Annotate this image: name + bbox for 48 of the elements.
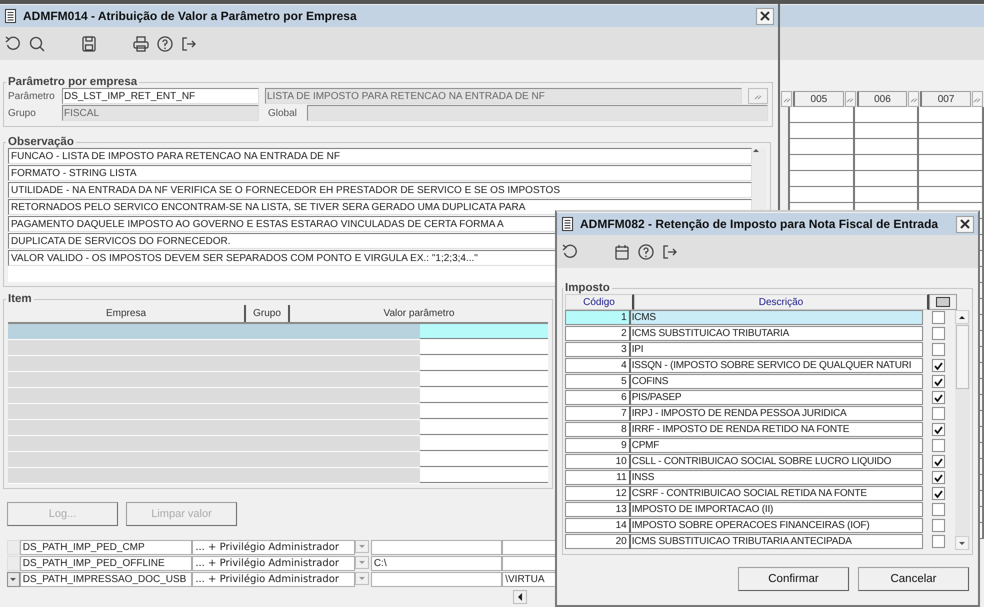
field-label: Grupo	[8, 108, 37, 118]
description-cell: ICMS SUBSTITUICAO TRIBUTARIA	[630, 326, 924, 341]
code-cell: 5	[565, 374, 631, 389]
column-header: 005	[793, 91, 844, 107]
table-cell: ... + Privilégio Administrador	[192, 572, 356, 587]
group-title: Parâmetro por empresa	[7, 76, 138, 88]
column-header: 007	[920, 91, 971, 107]
group-title: Observação	[7, 136, 75, 148]
code-cell: 20	[565, 534, 631, 549]
description-cell: INSS	[630, 470, 924, 485]
description-cell: IRRF - IMPOSTO DE RENDA RETIDO NA FONTE	[630, 422, 924, 437]
description-cell: COFINS	[630, 374, 924, 389]
description-cell: IPI	[630, 342, 924, 357]
code-cell: 3	[565, 342, 631, 357]
code-cell: 13	[565, 502, 631, 517]
table-cell: C:\	[370, 556, 502, 571]
table-cell: ... + Privilégio Administrador	[192, 540, 356, 555]
code-cell: 6	[565, 390, 631, 405]
description-cell: IMPOSTO SOBRE OPERACOES FINANCEIRAS (IOF)	[630, 518, 924, 533]
table-cell: DS_PATH_IMPRESSAO_DOC_USB	[20, 572, 192, 587]
description-cell: CPMF	[630, 438, 924, 453]
table-cell: ... + Privilégio Administrador	[192, 556, 356, 571]
field-label: Parâmetro	[8, 90, 56, 102]
code-cell: 8	[565, 422, 631, 437]
description-cell: CSRF - CONTRIBUICAO SOCIAL RETIDA NA FONTE	[630, 486, 924, 501]
field-label: Global	[268, 108, 298, 118]
code-cell: 7	[565, 406, 631, 421]
description-cell: CSLL - CONTRIBUICAO SOCIAL SOBRE LUCRO LIQUIDO	[630, 454, 924, 469]
window-title: ADMFM014 - Atribuição de Valor a Parâmetro por Empresa	[23, 9, 358, 23]
column-header: 006	[856, 91, 908, 107]
description-cell: IRPJ - IMPOSTO DE RENDA PESSOA JURIDICA	[630, 406, 924, 421]
description-cell: ISSQN - (IMPOSTO SOBRE SERVICO DE QUALQUER NATURI	[630, 358, 924, 373]
description-cell: IMPOSTO DE IMPORTACAO (II)	[630, 502, 924, 517]
description-cell: PIS/PASEP	[630, 390, 924, 405]
code-cell: 14	[565, 518, 631, 533]
code-cell: 1	[565, 310, 631, 325]
description-cell: ICMS	[630, 310, 924, 325]
code-cell: 10	[565, 454, 631, 469]
table-cell: DS_PATH_IMP_PED_CMP	[20, 540, 192, 555]
code-cell: 4	[565, 358, 631, 373]
code-cell: 12	[565, 486, 631, 501]
table-cell: DS_PATH_IMP_PED_OFFLINE	[20, 556, 192, 571]
group-title: Imposto	[564, 282, 611, 294]
code-cell: 9	[565, 438, 631, 453]
description-cell: ICMS SUBSTITUICAO TRIBUTARIA ANTECIPADA	[630, 534, 924, 549]
code-cell: 2	[565, 326, 631, 341]
code-cell: 11	[565, 470, 631, 485]
group-title: Item	[7, 293, 33, 305]
